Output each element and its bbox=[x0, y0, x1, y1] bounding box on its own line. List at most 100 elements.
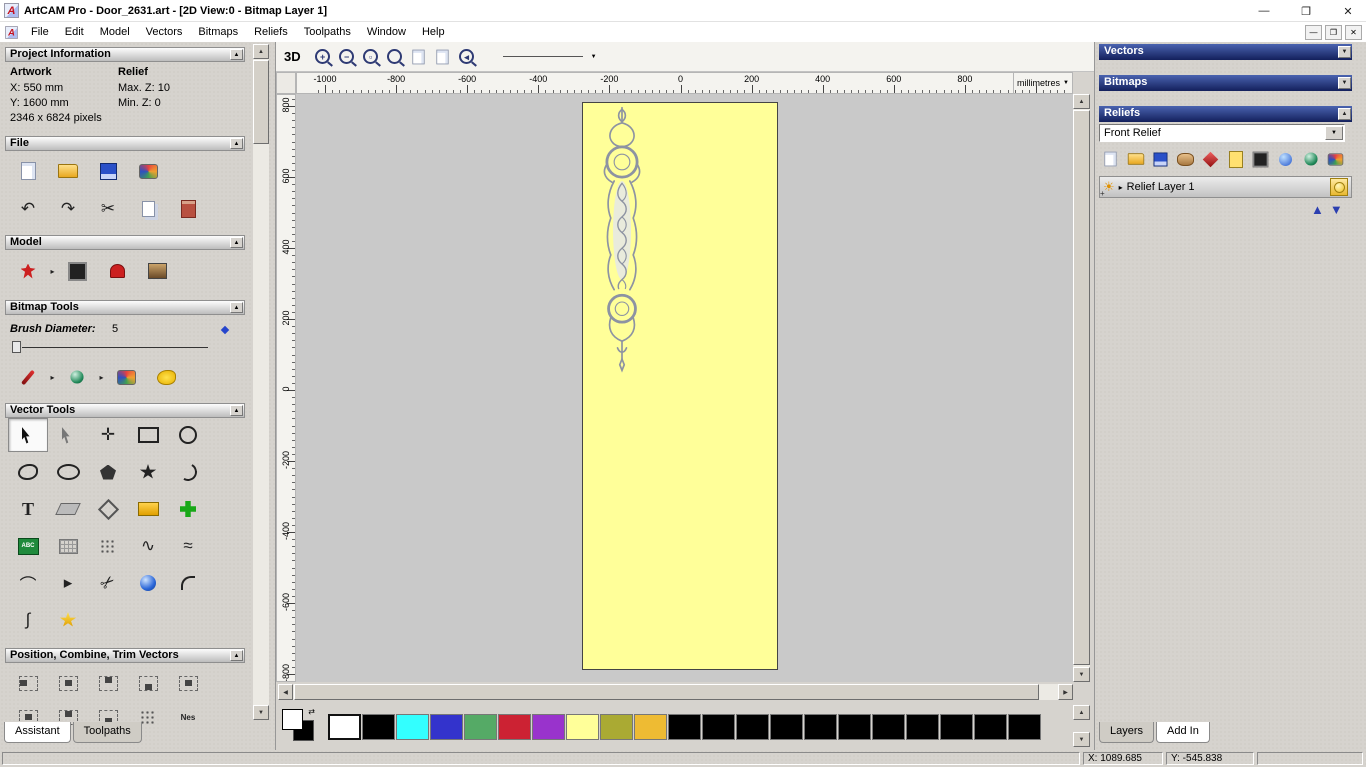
palette-swatch-9[interactable] bbox=[634, 714, 667, 740]
create-circle-tool[interactable] bbox=[168, 418, 208, 452]
menu-item-bitmaps[interactable]: Bitmaps bbox=[190, 24, 246, 40]
open-model-icon[interactable] bbox=[48, 154, 88, 188]
create-freeform-tool[interactable] bbox=[8, 455, 48, 489]
move-layer-down-icon[interactable]: ▼ bbox=[1330, 202, 1343, 217]
relief-layer-row[interactable]: ☀ + ▸ Relief Layer 1 bbox=[1099, 176, 1352, 198]
new-relief-icon[interactable] bbox=[1099, 148, 1122, 170]
palette-swatch-20[interactable] bbox=[1008, 714, 1041, 740]
line-width-selector[interactable]: ▼ bbox=[502, 54, 597, 60]
palette-swatch-11[interactable] bbox=[702, 714, 735, 740]
create-text-tool[interactable]: T bbox=[8, 492, 48, 526]
select-vectors-tool[interactable] bbox=[8, 418, 48, 452]
palette-swatch-18[interactable] bbox=[940, 714, 973, 740]
palette-swatch-0[interactable] bbox=[328, 714, 361, 740]
menu-item-model[interactable]: Model bbox=[92, 24, 138, 40]
align-bottom-icon[interactable] bbox=[128, 666, 168, 700]
redo-icon[interactable]: ↷ bbox=[48, 192, 88, 226]
relief-texture-icon[interactable] bbox=[1174, 148, 1197, 170]
collapse-section-icon[interactable]: ▲ bbox=[230, 49, 243, 60]
shear-tool[interactable] bbox=[48, 492, 88, 526]
relief-offset-icon[interactable] bbox=[1324, 148, 1347, 170]
palette-swatch-14[interactable] bbox=[804, 714, 837, 740]
palette-swatch-4[interactable] bbox=[464, 714, 497, 740]
minimize-button[interactable]: — bbox=[1250, 2, 1278, 20]
create-shape-sphere-tool[interactable] bbox=[128, 566, 168, 600]
dropdown-arrow-icon[interactable]: ▼ bbox=[591, 54, 597, 60]
relief-stamp-icon[interactable] bbox=[97, 254, 137, 288]
section-header-position-combine-trim[interactable]: Position, Combine, Trim Vectors ▲ bbox=[5, 648, 245, 663]
collapse-section-icon[interactable]: ▲ bbox=[230, 650, 243, 661]
draw-tool[interactable] bbox=[57, 360, 97, 394]
node-editing-tool[interactable] bbox=[48, 418, 88, 452]
mdi-close-button[interactable]: ✕ bbox=[1345, 25, 1362, 40]
toggle-3d-view-button[interactable]: 3D bbox=[284, 49, 301, 64]
create-arc-tool[interactable] bbox=[168, 455, 208, 489]
brush-diameter-slider[interactable] bbox=[12, 340, 222, 354]
measure-tool[interactable] bbox=[128, 492, 168, 526]
greyscale-preview-icon[interactable] bbox=[57, 254, 97, 288]
relief-scale-icon[interactable] bbox=[1224, 148, 1247, 170]
align-centre-icon[interactable] bbox=[48, 666, 88, 700]
menu-item-reliefs[interactable]: Reliefs bbox=[246, 24, 296, 40]
scrollbar-thumb[interactable] bbox=[253, 60, 269, 144]
section-header-project-information[interactable]: Project Information ▲ bbox=[5, 47, 245, 62]
palette-swatch-5[interactable] bbox=[498, 714, 531, 740]
mdi-restore-button[interactable]: ❐ bbox=[1325, 25, 1342, 40]
relief-shape-icon[interactable] bbox=[1199, 148, 1222, 170]
collapse-section-icon[interactable]: ▲ bbox=[1338, 108, 1351, 120]
flood-fill-tool[interactable] bbox=[146, 360, 186, 394]
dropdown-arrow-icon[interactable]: ▼ bbox=[1063, 80, 1069, 86]
load-bitmap-icon[interactable] bbox=[137, 254, 177, 288]
fillet-tool[interactable] bbox=[168, 566, 208, 600]
maximize-button[interactable]: ❐ bbox=[1292, 2, 1320, 20]
tab-toolpaths[interactable]: Toolpaths bbox=[72, 722, 142, 743]
zoom-in-icon[interactable]: + bbox=[311, 45, 335, 69]
bitmap-fade-tool[interactable] bbox=[48, 529, 88, 563]
model-canvas-door[interactable] bbox=[582, 102, 778, 670]
dropdown-arrow-icon[interactable]: ▼ bbox=[1325, 126, 1343, 140]
relief-layer-select[interactable]: Front Relief ▼ bbox=[1099, 124, 1345, 142]
scroll-up-icon[interactable]: ▲ bbox=[253, 44, 269, 59]
tab-layers[interactable]: Layers bbox=[1099, 722, 1155, 743]
palette-swatch-16[interactable] bbox=[872, 714, 905, 740]
trim-vectors-tool[interactable]: ✂ bbox=[88, 566, 128, 600]
palette-swatch-13[interactable] bbox=[770, 714, 803, 740]
menu-item-window[interactable]: Window bbox=[359, 24, 414, 40]
collapse-section-icon[interactable]: ▲ bbox=[230, 138, 243, 149]
palette-swatch-17[interactable] bbox=[906, 714, 939, 740]
palette-swatch-12[interactable] bbox=[736, 714, 769, 740]
scroll-down-icon[interactable]: ▼ bbox=[1073, 732, 1090, 747]
assistant-scrollbar[interactable]: ▲ ▼ bbox=[253, 44, 269, 720]
paint-tool[interactable] bbox=[8, 360, 48, 394]
slider-thumb[interactable] bbox=[12, 341, 21, 353]
menu-item-edit[interactable]: Edit bbox=[57, 24, 92, 40]
align-middle-icon[interactable] bbox=[168, 666, 208, 700]
vector-doctor-tool[interactable] bbox=[48, 603, 88, 637]
section-header-bitmap-tools[interactable]: Bitmap Tools ▲ bbox=[5, 300, 245, 315]
relief-wrap-icon[interactable] bbox=[1299, 148, 1322, 170]
palette-swatch-2[interactable] bbox=[396, 714, 429, 740]
bitmaps-panel-header[interactable]: Bitmaps ▼ bbox=[1099, 75, 1352, 91]
layer-expand-icon[interactable]: ▸ bbox=[1119, 183, 1123, 192]
undo-icon[interactable]: ↶ bbox=[8, 192, 48, 226]
palette-swatch-15[interactable] bbox=[838, 714, 871, 740]
scroll-up-icon[interactable]: ▲ bbox=[1073, 94, 1090, 109]
menu-item-vectors[interactable]: Vectors bbox=[138, 24, 191, 40]
palette-swatch-19[interactable] bbox=[974, 714, 1007, 740]
palette-scrollbar[interactable]: ▲ ▼ bbox=[1073, 703, 1090, 749]
align-left-icon[interactable] bbox=[8, 666, 48, 700]
relief-envelope-icon[interactable] bbox=[1274, 148, 1297, 170]
zoom-window-icon[interactable]: ▫ bbox=[359, 45, 383, 69]
paste-along-curve-tool[interactable] bbox=[88, 529, 128, 563]
move-layer-up-icon[interactable]: ▲ bbox=[1311, 202, 1324, 217]
zoom-out-icon[interactable]: − bbox=[335, 45, 359, 69]
menu-item-help[interactable]: Help bbox=[414, 24, 453, 40]
relief-greyscale-icon[interactable] bbox=[1249, 148, 1272, 170]
fit-arcs-tool[interactable]: ⌒ bbox=[8, 566, 48, 600]
transform-vectors-tool[interactable]: ✛ bbox=[88, 418, 128, 452]
collapse-section-icon[interactable]: ▲ bbox=[230, 302, 243, 313]
mdi-minimize-button[interactable]: — bbox=[1305, 25, 1322, 40]
layer-visibility-icon[interactable]: ☀ + bbox=[1100, 179, 1115, 198]
next-view-icon[interactable] bbox=[431, 45, 455, 69]
primary-colour-swatch[interactable] bbox=[282, 709, 303, 730]
